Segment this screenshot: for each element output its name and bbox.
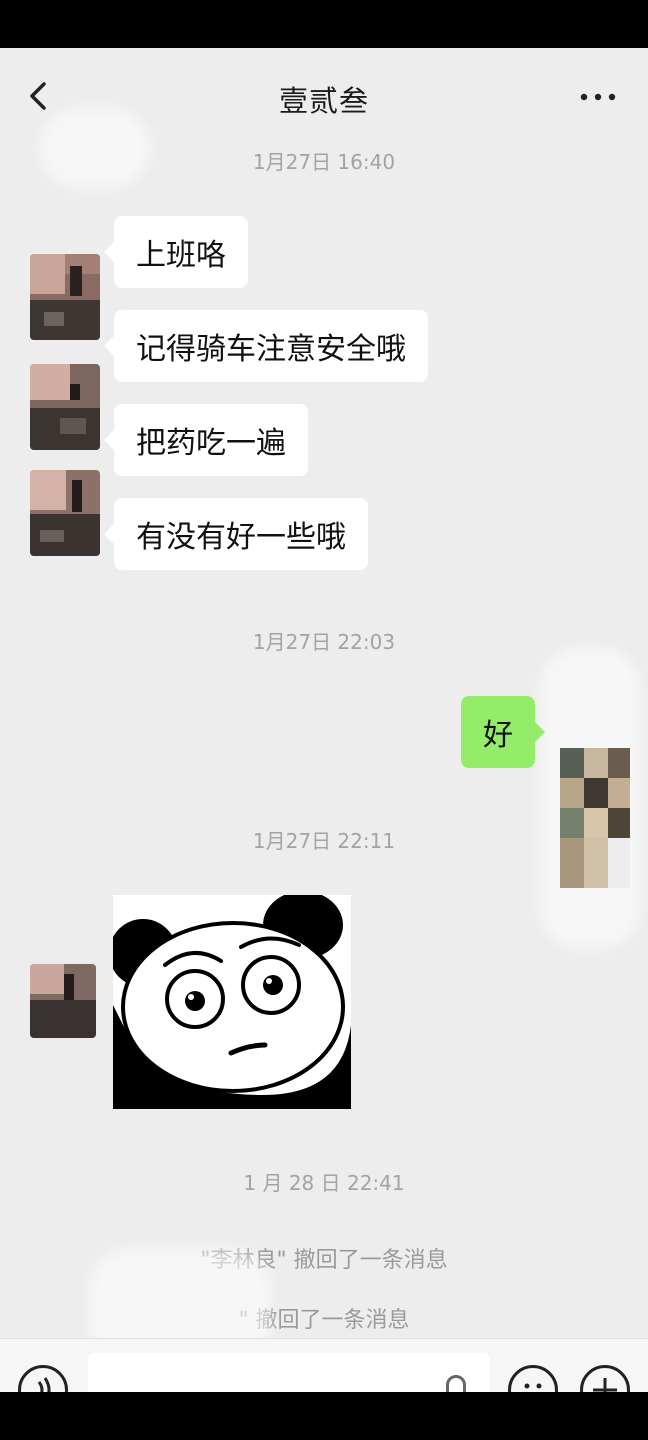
plus-icon bbox=[593, 1378, 617, 1392]
voice-icon bbox=[37, 1377, 51, 1392]
message-bubble[interactable]: 把药吃一遍 bbox=[104, 404, 308, 476]
panda-face-icon bbox=[113, 895, 351, 1109]
recall-text: 撤回了一条消息 bbox=[286, 1248, 448, 1273]
emoji-button[interactable] bbox=[508, 1365, 558, 1392]
my-message-bubble[interactable]: 好 bbox=[461, 696, 545, 768]
timestamp: 1月27日 16:40 bbox=[252, 150, 396, 174]
message-bubble[interactable]: 上班咯 bbox=[104, 216, 248, 288]
timestamp: 1 月 28 日 22:41 bbox=[243, 1171, 405, 1195]
panda-sticker[interactable] bbox=[113, 895, 351, 1109]
ellipsis-icon bbox=[580, 93, 616, 101]
avatar[interactable] bbox=[30, 964, 96, 1038]
my-avatar[interactable] bbox=[560, 748, 630, 888]
chat-screen: 壹贰叁 1月27日 16:40 上班咯 记得骑车注意安全哦 把药吃一遍 有没有好… bbox=[0, 48, 648, 1392]
voice-button[interactable] bbox=[18, 1365, 68, 1392]
plus-button[interactable] bbox=[580, 1365, 630, 1392]
timestamp: 1月27日 22:11 bbox=[252, 829, 396, 853]
message-bubble[interactable]: 有没有好一些哦 bbox=[104, 498, 368, 570]
avatar[interactable] bbox=[30, 364, 100, 450]
input-bar bbox=[0, 1338, 648, 1392]
avatar[interactable] bbox=[30, 470, 100, 556]
message-input[interactable] bbox=[88, 1353, 490, 1392]
avatar[interactable] bbox=[30, 254, 100, 340]
timestamp: 1月27日 22:03 bbox=[252, 630, 396, 654]
more-button[interactable] bbox=[578, 82, 618, 112]
emoji-icon bbox=[524, 1383, 542, 1389]
system-nav-bar bbox=[0, 1392, 648, 1440]
mic-icon[interactable] bbox=[446, 1375, 466, 1392]
message-bubble[interactable]: 记得骑车注意安全哦 bbox=[104, 310, 428, 382]
recall-text: 撤回了一条消息 bbox=[248, 1308, 410, 1333]
